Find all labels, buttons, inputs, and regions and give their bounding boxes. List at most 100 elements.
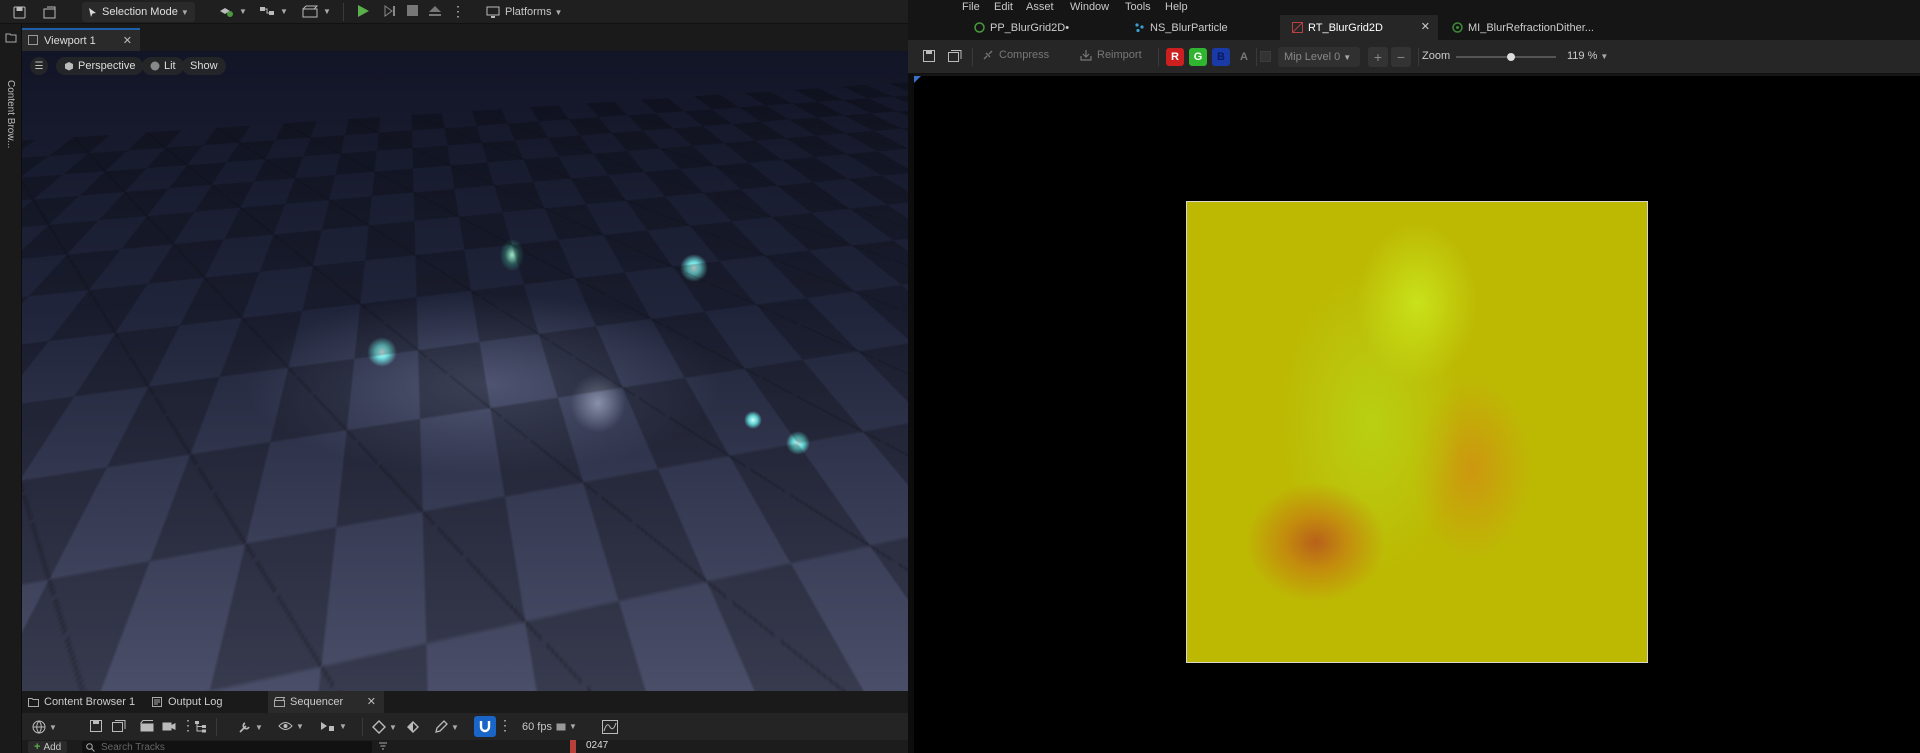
add-track-button[interactable]: + Add (28, 741, 67, 753)
content-drawer-icon[interactable] (43, 5, 57, 19)
sequencer-tracks-header: + Add Search Tracks 0247 (22, 740, 908, 753)
close-icon[interactable]: ✕ (123, 34, 132, 47)
perspective-label: Perspective (78, 60, 135, 72)
viewport-tab-label: Viewport 1 (44, 35, 96, 47)
edit-tool-icon[interactable]: ▼ (434, 720, 459, 734)
zoom-value-dropdown[interactable]: 119 % ▼ (1567, 50, 1608, 62)
reimport-icon (1080, 49, 1092, 61)
tab-viewport-1[interactable]: Viewport 1 ✕ (22, 28, 140, 51)
mip-increase-button[interactable]: + (1368, 47, 1388, 67)
save-icon[interactable] (12, 5, 26, 19)
blueprint-icon[interactable]: ▼ (259, 5, 288, 18)
play-icon[interactable] (356, 4, 370, 18)
platforms-dropdown[interactable]: Platforms ▼ (486, 3, 562, 21)
tab-ns-blurparticle[interactable]: NS_BlurParticle (1122, 15, 1272, 40)
mip-decrease-button[interactable]: − (1391, 47, 1411, 67)
filter-icon[interactable] (378, 741, 388, 751)
level-viewport[interactable]: ☰ Perspective Lit Show (22, 51, 908, 691)
channel-b-toggle[interactable]: B (1212, 48, 1230, 66)
save-as-icon[interactable] (112, 720, 126, 732)
plus-icon: + (34, 741, 40, 753)
channel-g-toggle[interactable]: G (1189, 48, 1207, 66)
bottom-tabbar: Content Browser 1 Output Log Sequencer ✕ (22, 691, 908, 713)
add-actor-icon[interactable]: ▼ (218, 5, 247, 18)
close-icon[interactable]: ✕ (1421, 20, 1430, 33)
render-movie-icon[interactable] (140, 720, 154, 732)
menu-edit[interactable]: Edit (994, 1, 1013, 13)
curve-editor-icon[interactable] (602, 720, 618, 734)
menu-help[interactable]: Help (1165, 1, 1188, 13)
more-options-icon[interactable]: ⋮ (498, 717, 512, 734)
close-icon[interactable]: ✕ (367, 695, 376, 708)
compress-button[interactable]: Compress (982, 49, 1049, 61)
cube-icon (64, 61, 74, 71)
fps-dropdown[interactable]: 60 fps ▼ (522, 718, 577, 735)
clapper-icon (274, 697, 285, 707)
channel-r-toggle[interactable]: R (1166, 48, 1184, 66)
chevron-down-icon: ▼ (569, 722, 577, 731)
particle-glow (744, 411, 762, 429)
menu-window[interactable]: Window (1070, 1, 1109, 13)
search-placeholder: Search Tracks (101, 742, 165, 753)
save-icon[interactable] (90, 720, 102, 732)
eye-icon[interactable]: ▼ (278, 720, 304, 732)
compress-icon (982, 49, 994, 61)
texture-preview[interactable] (1186, 201, 1648, 663)
zoom-label: Zoom (1422, 50, 1450, 62)
tab-sequencer[interactable]: Sequencer ✕ (268, 691, 384, 713)
reimport-button[interactable]: Reimport (1080, 49, 1142, 61)
show-button[interactable]: Show (182, 57, 226, 75)
menu-file[interactable]: File (962, 1, 980, 13)
cinematics-icon[interactable]: ▼ (302, 5, 331, 18)
tab-pp-blurgrid2d[interactable]: PP_BlurGrid2D• (962, 15, 1112, 40)
key-interp-icon[interactable] (406, 720, 420, 734)
platforms-label: Platforms (505, 6, 551, 18)
tab-content-browser[interactable]: Content Browser 1 (22, 691, 140, 713)
content-drawer-sidebar[interactable]: Content Brow... (0, 24, 22, 753)
selection-mode-dropdown[interactable]: Selection Mode ▼ (82, 2, 195, 22)
particle-glow (680, 254, 708, 282)
more-options-icon[interactable]: ⋮ (181, 717, 195, 734)
material-icon (974, 22, 985, 33)
browse-asset-icon[interactable] (948, 50, 962, 62)
chevron-down-icon: ▼ (1600, 52, 1608, 61)
particle-glow (786, 431, 810, 455)
key-icon[interactable]: ▼ (372, 720, 397, 734)
tab-label: Content Browser 1 (44, 696, 135, 708)
mip-level-dropdown[interactable]: Mip Level 0 ▼ (1278, 47, 1360, 67)
camera-cut-icon[interactable] (162, 720, 176, 732)
stop-icon[interactable] (406, 4, 419, 17)
save-icon[interactable] (923, 50, 935, 62)
magnet-icon (474, 716, 496, 737)
menu-asset[interactable]: Asset (1026, 1, 1054, 13)
eject-icon[interactable] (428, 4, 442, 18)
menu-tools[interactable]: Tools (1125, 1, 1151, 13)
chevron-down-icon: ▼ (181, 8, 189, 17)
mip-level-label: Mip Level 0 (1284, 51, 1340, 63)
world-icon[interactable]: ▼ (32, 720, 57, 734)
search-tracks-field[interactable]: Search Tracks (82, 741, 372, 753)
more-options-icon[interactable]: ⋮ (451, 3, 465, 20)
add-label: Add (43, 742, 61, 753)
tab-mi-blurrefractiondither[interactable]: MI_BlurRefractionDither... (1440, 15, 1610, 40)
material-instance-icon (1452, 22, 1463, 33)
zoom-slider-thumb[interactable] (1507, 53, 1515, 61)
channel-a-toggle[interactable]: A (1235, 48, 1253, 66)
skip-forward-icon[interactable] (383, 4, 397, 18)
lit-button[interactable]: Lit (142, 57, 184, 75)
viewport-options-button[interactable]: ☰ (30, 57, 48, 75)
tab-label: MI_BlurRefractionDither... (1468, 22, 1594, 34)
mip-checkbox[interactable] (1260, 51, 1271, 62)
tab-output-log[interactable]: Output Log (146, 691, 246, 713)
tab-rt-blurgrid2d[interactable]: RT_BlurGrid2D ✕ (1280, 15, 1438, 40)
tab-label: Output Log (168, 696, 222, 708)
snap-toggle[interactable] (474, 716, 496, 737)
wrench-icon[interactable]: ▼ (238, 720, 263, 734)
perspective-button[interactable]: Perspective (56, 57, 143, 75)
tree-icon[interactable] (194, 720, 208, 733)
playback-options-icon[interactable]: ▼ (320, 720, 347, 733)
select-arrow-icon (88, 7, 97, 18)
zoom-slider-track[interactable] (1456, 56, 1556, 58)
playhead-marker[interactable] (570, 740, 576, 753)
fps-label: 60 fps (522, 721, 552, 733)
